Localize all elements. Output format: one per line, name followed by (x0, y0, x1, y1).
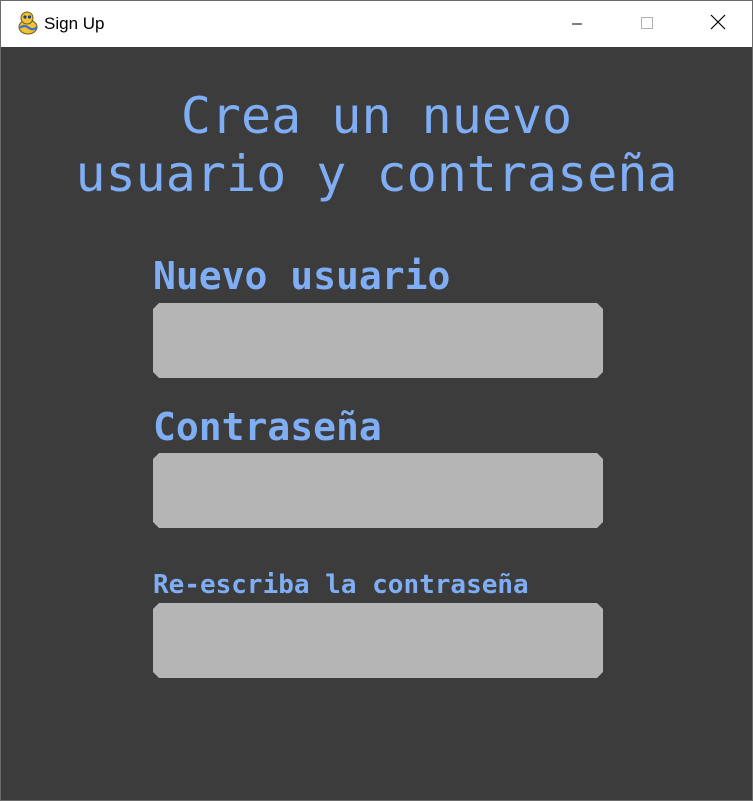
pygame-snake-icon (16, 11, 39, 35)
confirm-password-input[interactable] (153, 603, 603, 678)
window-title: Sign Up (44, 14, 105, 33)
username-input[interactable] (153, 303, 603, 378)
signup-form: Crea un nuevo usuario y contraseña Nuevo… (1, 47, 752, 800)
username-label: Nuevo usuario (153, 254, 451, 298)
minimize-icon (571, 15, 583, 34)
title-bar[interactable]: Sign Up (1, 1, 752, 47)
password-input[interactable] (153, 453, 603, 528)
minimize-button[interactable] (554, 1, 600, 47)
maximize-button[interactable] (624, 1, 670, 47)
password-label: Contraseña (153, 405, 382, 449)
close-button[interactable] (695, 1, 741, 47)
form-heading: Crea un nuevo usuario y contraseña (75, 87, 678, 203)
maximize-icon (640, 15, 654, 34)
confirm-password-label: Re-escriba la contraseña (153, 570, 529, 600)
signup-window: Sign Up Crea un nuevo usuario y contrase… (0, 0, 753, 801)
close-icon (710, 14, 726, 34)
